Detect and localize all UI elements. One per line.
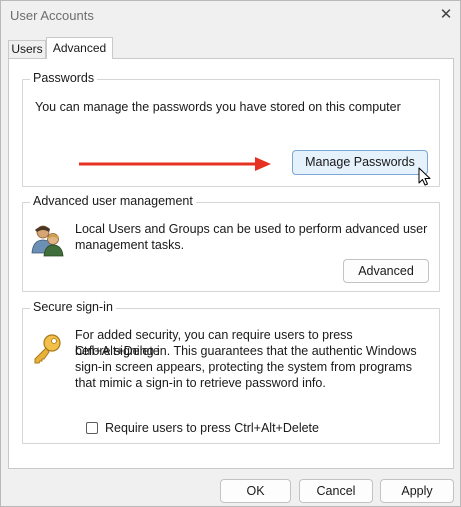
apply-button[interactable]: Apply (380, 479, 454, 503)
cancel-button[interactable]: Cancel (299, 479, 373, 503)
passwords-description: You can manage the passwords you have st… (35, 100, 401, 114)
user-accounts-dialog: User Accounts ✕ Users Advanced Passwords… (0, 0, 461, 507)
advanced-button[interactable]: Advanced (343, 259, 429, 283)
require-ctrl-alt-delete-label[interactable]: Require users to press Ctrl+Alt+Delete (105, 420, 319, 436)
secure-signin-line2: before signing in. This guarantees that … (75, 344, 417, 358)
advanced-user-management-group: Advanced user management Local Users and… (22, 194, 440, 292)
secure-signin-line4: that mimic a sign-in to retrieve passwor… (75, 376, 326, 390)
window-title: User Accounts (10, 8, 94, 23)
title-bar: User Accounts ✕ (1, 1, 460, 31)
annotation-arrow-icon (79, 157, 271, 171)
ok-button[interactable]: OK (220, 479, 291, 503)
passwords-group: Passwords You can manage the passwords y… (22, 71, 440, 187)
advanced-management-description-line1: Local Users and Groups can be used to pe… (75, 222, 428, 236)
mouse-cursor-icon (418, 167, 431, 186)
advanced-management-heading: Advanced user management (30, 194, 196, 208)
secure-signin-heading: Secure sign-in (30, 300, 116, 314)
secure-signin-group: Secure sign-in For added security, you c… (22, 300, 440, 444)
tab-users[interactable]: Users (8, 40, 46, 58)
key-icon (34, 334, 61, 364)
advanced-tab-panel: Passwords You can manage the passwords y… (8, 58, 454, 469)
require-ctrl-alt-delete-checkbox[interactable] (86, 422, 98, 434)
tab-advanced[interactable]: Advanced (46, 37, 113, 59)
passwords-heading: Passwords (30, 71, 98, 85)
manage-passwords-button[interactable]: Manage Passwords (292, 150, 428, 175)
secure-signin-line3: sign-in screen appears, protecting the s… (75, 360, 412, 374)
advanced-management-description-line2: management tasks. (75, 238, 185, 252)
users-icon (31, 225, 64, 257)
close-icon[interactable]: ✕ (437, 6, 455, 24)
